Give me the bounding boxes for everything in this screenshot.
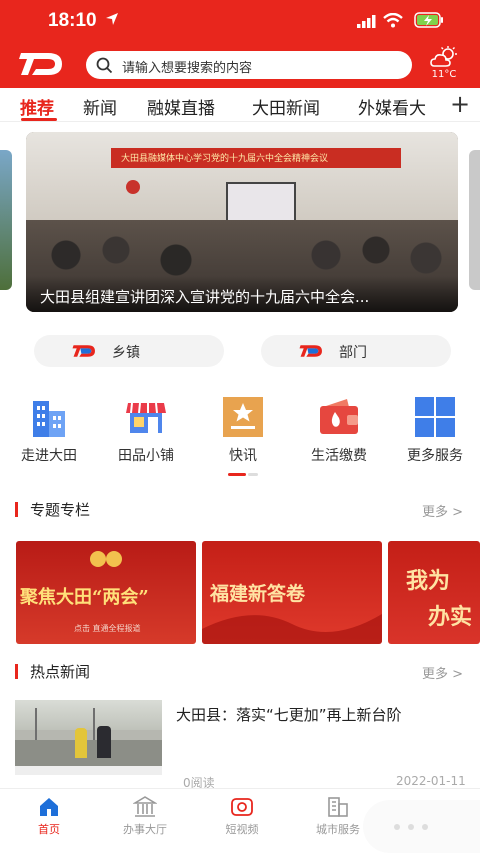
tab-news[interactable]: 新闻 bbox=[83, 94, 117, 119]
hot-news-section-title: 热点新闻 bbox=[30, 663, 91, 681]
cloudy-sun-icon bbox=[430, 46, 457, 67]
service-bill-payment[interactable]: 生活缴费 bbox=[299, 395, 379, 465]
news-thumbnail bbox=[15, 700, 162, 775]
nav-home[interactable]: 首页 bbox=[14, 795, 84, 837]
service-label: 田品小铺 bbox=[118, 448, 174, 464]
topics-section-title: 专题专栏 bbox=[30, 501, 91, 519]
carousel-banner[interactable]: 大田县融媒体中心学习党的十九届六中全会精神会议 大田县组建宣讲团深入宣讲党的十九… bbox=[26, 132, 458, 312]
topic-card-fujian[interactable]: 福建新答卷 bbox=[202, 541, 382, 644]
topic-card-title: 聚焦大田“两会” bbox=[20, 587, 149, 608]
town-logo-icon bbox=[72, 345, 95, 357]
nav-label: 办事大厅 bbox=[123, 823, 167, 836]
service-label: 走进大田 bbox=[21, 448, 77, 464]
weather-temperature: 11°C bbox=[431, 69, 457, 80]
status-bar: 18:10 bbox=[0, 0, 480, 44]
service-local-shop[interactable]: 田品小铺 bbox=[106, 395, 186, 465]
cellular-signal-icon bbox=[357, 15, 376, 28]
tab-media-live[interactable]: 融媒直播 bbox=[147, 94, 215, 119]
topic-card-subtitle: 点击 直通全程报道 bbox=[74, 624, 141, 633]
emblem-icon bbox=[90, 551, 122, 567]
nav-service-hall[interactable]: 办事大厅 bbox=[110, 795, 180, 837]
section-accent-bar bbox=[15, 664, 18, 679]
tab-datian-news[interactable]: 大田新闻 bbox=[252, 94, 320, 119]
floating-assistant-button[interactable] bbox=[363, 800, 480, 853]
services-page-indicator-active bbox=[228, 473, 246, 476]
news-date: 2022-01-11 bbox=[396, 774, 466, 788]
service-label: 生活缴费 bbox=[311, 448, 367, 464]
services-page-indicator bbox=[248, 473, 258, 476]
service-flash-news[interactable]: 快讯 bbox=[203, 395, 283, 465]
topic-card-two-sessions[interactable]: 聚焦大田“两会” 点击 直通全程报道 bbox=[16, 541, 196, 644]
wifi-icon bbox=[383, 13, 403, 28]
search-bar[interactable]: 请输入想要搜索的内容 bbox=[86, 51, 412, 79]
location-arrow-icon bbox=[106, 13, 118, 25]
topic-card-title-line2: 办实 bbox=[428, 604, 473, 630]
ribbon-decoration bbox=[202, 614, 382, 644]
hot-news-more-link[interactable]: 更多 > bbox=[422, 663, 463, 682]
active-tab-indicator bbox=[21, 118, 57, 121]
star-board-icon bbox=[223, 397, 263, 437]
carousel-prev-slide[interactable] bbox=[0, 150, 12, 290]
app-header: 18:10 请输入想要搜索的内容 11°C bbox=[0, 0, 480, 88]
topic-card-partial[interactable]: 我为 办实 bbox=[388, 541, 480, 644]
wallet-icon bbox=[320, 399, 358, 434]
party-emblem bbox=[126, 180, 140, 194]
weather-widget[interactable]: 11°C bbox=[426, 46, 462, 84]
nav-label: 首页 bbox=[38, 823, 60, 836]
grid-icon bbox=[415, 397, 455, 437]
section-accent-bar bbox=[15, 502, 18, 517]
assistant-dots-icon bbox=[394, 824, 428, 830]
department-label: 部门 bbox=[339, 345, 367, 361]
video-icon bbox=[231, 798, 253, 816]
town-label: 乡镇 bbox=[112, 345, 140, 361]
search-icon bbox=[96, 57, 113, 74]
news-title: 大田县：落实“七更加”再上新台阶 bbox=[176, 706, 402, 724]
app-logo bbox=[19, 53, 62, 75]
service-more[interactable]: 更多服务 bbox=[395, 395, 475, 465]
town-button[interactable]: 乡镇 bbox=[34, 335, 224, 367]
tab-foreign-media[interactable]: 外媒看大 bbox=[358, 94, 426, 119]
buildings-icon bbox=[33, 401, 65, 437]
search-placeholder: 请输入想要搜索的内容 bbox=[122, 61, 253, 76]
nav-short-video[interactable]: 短视频 bbox=[207, 795, 277, 837]
department-button[interactable]: 部门 bbox=[261, 335, 451, 367]
topic-card-title: 福建新答卷 bbox=[210, 583, 306, 605]
nav-label: 短视频 bbox=[225, 823, 259, 836]
carousel-next-slide[interactable] bbox=[469, 150, 480, 290]
service-label: 更多服务 bbox=[407, 448, 463, 464]
add-tab-icon[interactable]: + bbox=[450, 90, 470, 118]
meeting-banner: 大田县融媒体中心学习党的十九届六中全会精神会议 bbox=[111, 148, 401, 168]
battery-charging-icon bbox=[414, 12, 443, 28]
topics-more-link[interactable]: 更多 > bbox=[422, 501, 463, 520]
city-icon bbox=[328, 797, 348, 817]
department-logo-icon bbox=[299, 345, 322, 357]
tab-recommend[interactable]: 推荐 bbox=[20, 94, 54, 119]
government-hall-icon bbox=[133, 796, 157, 817]
service-explore-datian[interactable]: 走进大田 bbox=[9, 395, 89, 465]
category-tabs: 推荐 新闻 融媒直播 大田新闻 外媒看大 + bbox=[0, 88, 480, 122]
home-icon bbox=[40, 798, 58, 816]
topic-card-title: 我为 bbox=[406, 568, 451, 594]
status-time: 18:10 bbox=[48, 10, 97, 31]
service-label: 快讯 bbox=[229, 448, 257, 464]
banner-caption: 大田县组建宣讲团深入宣讲党的十九届六中全会... bbox=[40, 288, 370, 306]
shop-icon bbox=[126, 402, 166, 433]
projector-screen bbox=[226, 182, 296, 224]
